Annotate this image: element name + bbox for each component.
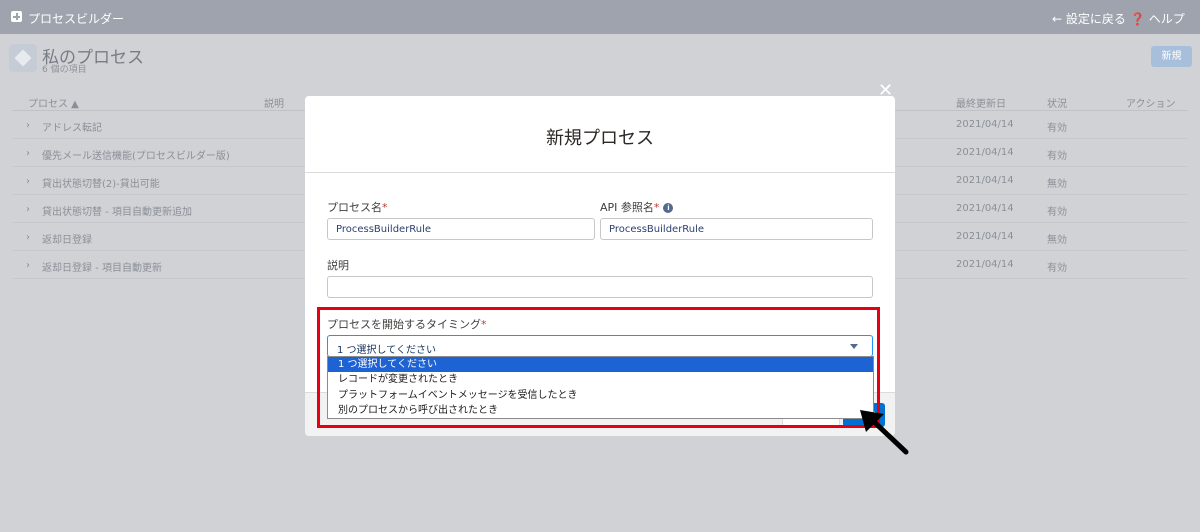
api-name-input[interactable]: ProcessBuilderRule [600,218,873,240]
process-name[interactable]: 貸出状態切替(2)-貸出可能 [42,175,160,190]
last-modified: 2021/04/14 [956,231,1014,242]
chevron-right-icon[interactable]: › [26,204,30,215]
status: 有効 [1047,151,1067,162]
required-mark: * [382,201,388,214]
last-modified: 2021/04/14 [956,175,1014,186]
column-header-action: アクション [1126,99,1176,110]
api-name-label-text: API 参照名 [600,201,654,214]
app-title: プロセスビルダー [28,12,125,26]
modal-title: 新規プロセス [546,128,654,149]
modal-header: 新規プロセス [305,96,895,173]
new-button[interactable]: 新規 [1151,46,1192,67]
last-modified: 2021/04/14 [956,259,1014,270]
chevron-right-icon[interactable]: › [26,176,30,187]
description-label: 説明 [327,259,349,272]
back-to-setup-link[interactable]: ← 設定に戻る [1052,10,1126,27]
status: 有効 [1047,263,1067,274]
item-count: 6 個の項目 [42,65,87,75]
status: 無効 [1047,235,1067,246]
process-name[interactable]: 返却日登録 - 項目自動更新 [42,259,162,274]
process-name-input[interactable]: ProcessBuilderRule [327,218,595,240]
status: 有効 [1047,207,1067,218]
description-input[interactable] [327,276,873,298]
chevron-right-icon[interactable]: › [26,148,30,159]
top-bar: プロセスビルダー ← 設定に戻る ❓ ヘルプ [0,0,1200,34]
process-name-label-text: プロセス名 [327,201,382,214]
last-modified: 2021/04/14 [956,119,1014,130]
process-builder-icon [11,11,22,22]
processes-icon [9,44,37,72]
api-name-label: API 参照名* i [600,199,674,215]
column-header-last-modified[interactable]: 最終更新日 [956,95,1006,110]
last-modified: 2021/04/14 [956,147,1014,158]
chevron-right-icon[interactable]: › [26,260,30,271]
status: 有効 [1047,123,1067,134]
help-link[interactable]: ❓ ヘルプ [1130,10,1185,27]
chevron-right-icon[interactable]: › [26,232,30,243]
last-modified: 2021/04/14 [956,203,1014,214]
highlight-box [317,307,880,428]
column-header-description[interactable]: 説明 [264,95,284,110]
process-name[interactable]: アドレス転記 [42,119,102,134]
required-mark: * [653,201,660,214]
column-header-status[interactable]: 状況 [1047,95,1067,110]
process-name[interactable]: 貸出状態切替 - 項目自動更新追加 [42,203,192,218]
process-name[interactable]: 返却日登録 [42,231,92,246]
arrow-icon [860,410,909,455]
process-name[interactable]: 優先メール送信機能(プロセスビルダー版) [42,147,230,162]
column-header-process[interactable]: プロセス ▲ [28,95,79,110]
chevron-right-icon[interactable]: › [26,120,30,131]
status: 無効 [1047,179,1067,190]
info-icon[interactable]: i [663,203,674,213]
process-name-label: プロセス名* [327,199,388,215]
